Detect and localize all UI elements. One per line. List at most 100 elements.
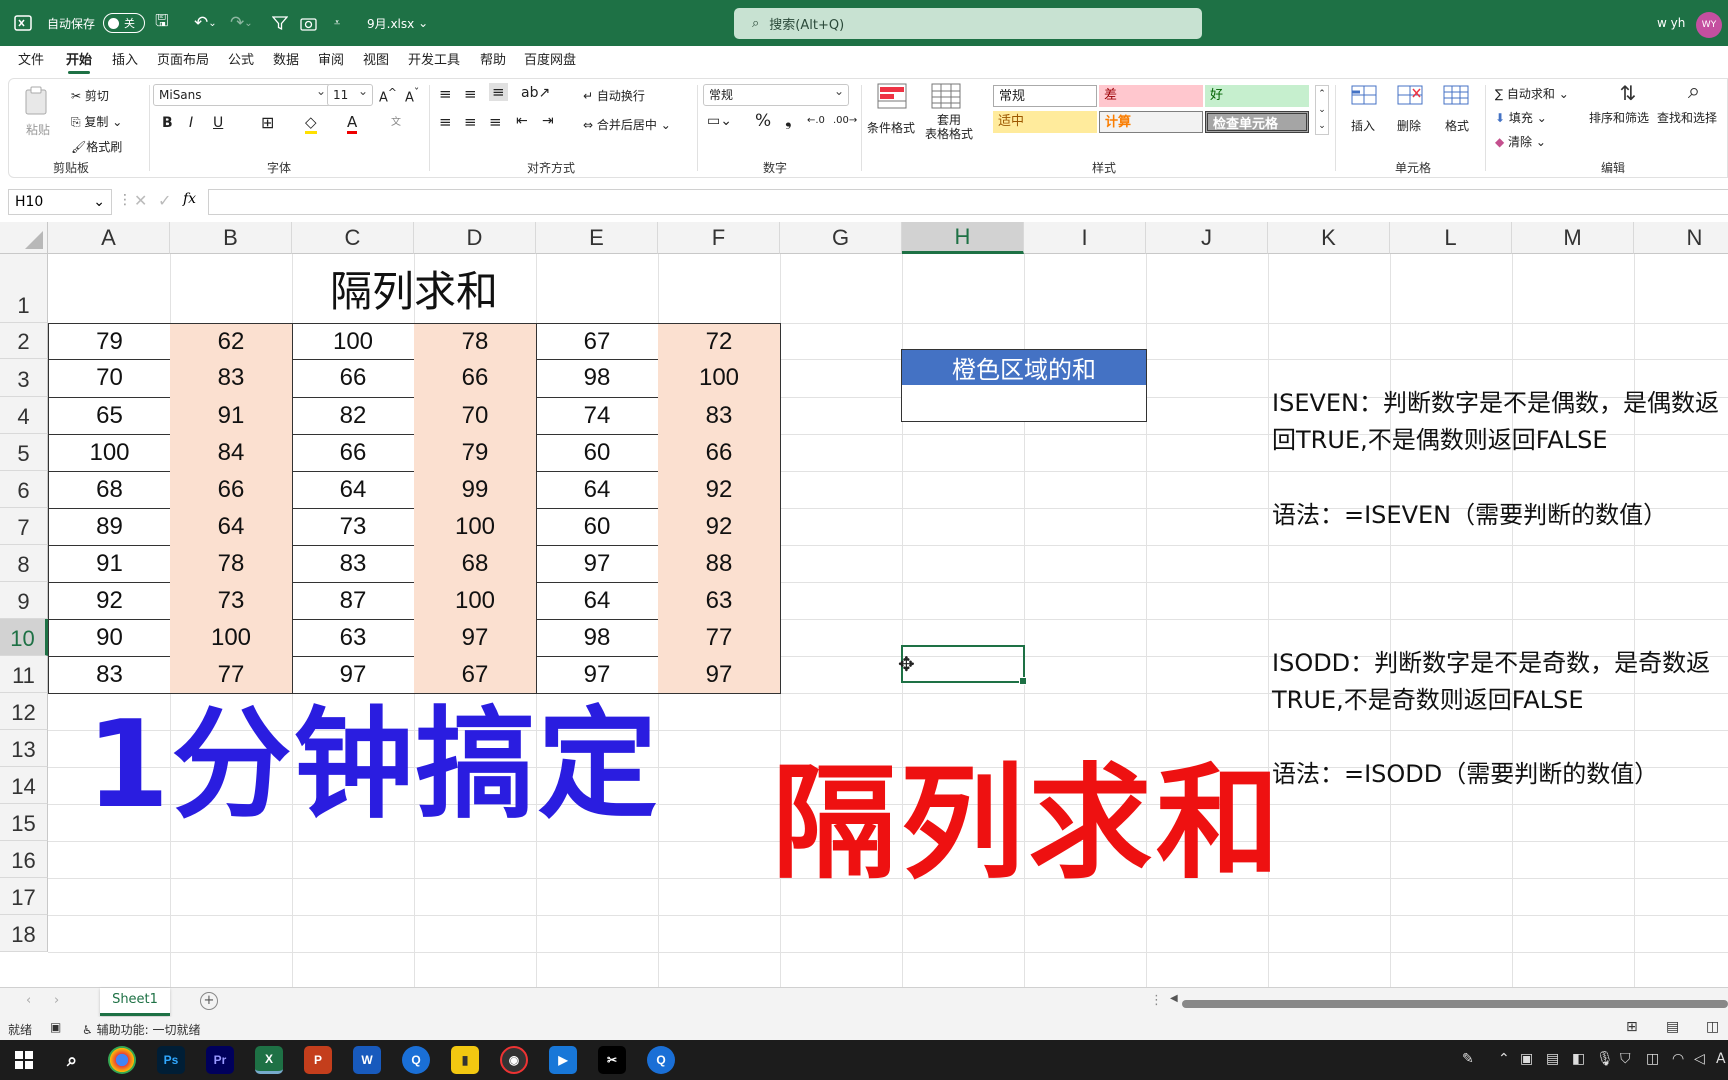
- style-normal[interactable]: 常规: [993, 85, 1097, 107]
- menu-developer[interactable]: 开发工具: [408, 46, 460, 76]
- align-bottom-icon[interactable]: ≡: [489, 83, 508, 101]
- avatar[interactable]: WY: [1696, 12, 1722, 38]
- chrome-icon[interactable]: [108, 1046, 136, 1074]
- font-color-icon[interactable]: A: [347, 113, 358, 134]
- style-check-cell[interactable]: 检查单元格: [1205, 111, 1309, 133]
- table-cell[interactable]: 99: [414, 471, 537, 509]
- table-cell[interactable]: 74: [536, 397, 659, 435]
- premiere-icon[interactable]: Pr: [206, 1046, 234, 1074]
- style-calculation[interactable]: 计算: [1099, 111, 1203, 133]
- orange-sum-header[interactable]: 橙色区域的和: [901, 349, 1147, 386]
- fill-color-icon[interactable]: ◇: [305, 113, 317, 134]
- column-header[interactable]: I: [1024, 222, 1146, 254]
- column-header[interactable]: B: [170, 222, 292, 254]
- row-header[interactable]: 9: [0, 582, 48, 619]
- column-header[interactable]: F: [658, 222, 780, 254]
- table-cell[interactable]: 60: [536, 434, 659, 472]
- insert-cells-button[interactable]: 插入: [1351, 117, 1375, 134]
- table-cell[interactable]: 70: [48, 359, 171, 398]
- filter-icon[interactable]: [272, 0, 288, 46]
- table-cell[interactable]: 98: [536, 619, 659, 657]
- table-cell[interactable]: 66: [292, 359, 415, 398]
- row-header[interactable]: 13: [0, 730, 48, 767]
- table-cell[interactable]: 64: [536, 471, 659, 509]
- table-cell[interactable]: 97: [536, 545, 659, 583]
- style-bad[interactable]: 差: [1099, 85, 1203, 107]
- table-cell[interactable]: 66: [170, 471, 293, 509]
- page-break-view-icon[interactable]: ◫: [1706, 1019, 1719, 1035]
- table-cell[interactable]: 78: [170, 545, 293, 583]
- italic-button[interactable]: I: [189, 115, 193, 131]
- font-name-select[interactable]: MiSans: [153, 81, 331, 106]
- format-cells-icon[interactable]: [1441, 83, 1471, 111]
- table-cell[interactable]: 84: [170, 434, 293, 472]
- table-cell[interactable]: 63: [292, 619, 415, 657]
- paste-button[interactable]: 粘贴: [26, 121, 50, 138]
- table-cell[interactable]: 68: [48, 471, 171, 509]
- table-cell[interactable]: 65: [48, 397, 171, 435]
- table-cell[interactable]: 66: [658, 434, 781, 472]
- row-header[interactable]: 16: [0, 841, 48, 878]
- column-header[interactable]: H: [902, 222, 1024, 254]
- row-header[interactable]: 10: [0, 619, 48, 656]
- table-cell[interactable]: 92: [658, 508, 781, 546]
- autosave-toggle[interactable]: 关: [103, 0, 145, 46]
- menu-view[interactable]: 视图: [363, 46, 389, 76]
- align-right-icon[interactable]: ≡: [489, 113, 502, 131]
- table-cell[interactable]: 89: [48, 508, 171, 546]
- row-header[interactable]: 15: [0, 804, 48, 841]
- delete-cells-icon[interactable]: [1395, 83, 1425, 111]
- column-header[interactable]: E: [536, 222, 658, 254]
- conditional-format-icon[interactable]: [875, 83, 909, 111]
- table-cell[interactable]: 82: [292, 397, 415, 435]
- menu-review[interactable]: 审阅: [318, 46, 344, 76]
- phonetic-icon[interactable]: 文: [391, 113, 401, 128]
- column-header[interactable]: D: [414, 222, 536, 254]
- tray-chevron-icon[interactable]: ⌃: [1498, 1051, 1510, 1067]
- row-header[interactable]: 4: [0, 397, 48, 434]
- row-header[interactable]: 1: [0, 254, 48, 323]
- table-cell[interactable]: 83: [170, 359, 293, 398]
- cut-button[interactable]: ✂ 剪切: [71, 87, 109, 104]
- page-layout-view-icon[interactable]: ▤: [1666, 1019, 1679, 1035]
- table-cell[interactable]: 91: [170, 397, 293, 435]
- menu-help[interactable]: 帮助: [480, 46, 506, 76]
- table-cell[interactable]: 73: [292, 508, 415, 546]
- table-cell[interactable]: 64: [536, 582, 659, 620]
- meeting-icon[interactable]: ▶: [549, 1046, 577, 1074]
- row-header[interactable]: 12: [0, 693, 48, 730]
- align-middle-icon[interactable]: ≡: [464, 85, 477, 103]
- conditional-format-button[interactable]: 条件格式: [867, 119, 915, 136]
- table-cell[interactable]: 100: [292, 323, 415, 360]
- table-cell[interactable]: 68: [414, 545, 537, 583]
- table-cell[interactable]: 64: [292, 471, 415, 509]
- table-cell[interactable]: 100: [414, 582, 537, 620]
- app-q2-icon[interactable]: Q: [647, 1046, 675, 1074]
- align-left-icon[interactable]: ≡: [439, 113, 452, 131]
- horizontal-scrollbar[interactable]: [1182, 1000, 1728, 1008]
- table-cell[interactable]: 60: [536, 508, 659, 546]
- table-cell[interactable]: 67: [536, 323, 659, 360]
- table-cell[interactable]: 90: [48, 619, 171, 657]
- increase-font-icon[interactable]: A^: [379, 86, 397, 105]
- powerbi-icon[interactable]: ▮: [451, 1046, 479, 1074]
- table-cell[interactable]: 100: [48, 434, 171, 472]
- word-icon[interactable]: W: [353, 1046, 381, 1074]
- table-format-icon[interactable]: [929, 83, 963, 111]
- align-top-icon[interactable]: ≡: [439, 85, 452, 103]
- table-cell[interactable]: 97: [658, 656, 781, 694]
- row-header[interactable]: 17: [0, 878, 48, 915]
- pen-icon[interactable]: ✎: [1462, 1051, 1474, 1067]
- table-cell[interactable]: 66: [292, 434, 415, 472]
- underline-button[interactable]: U: [213, 115, 223, 131]
- menu-page-layout[interactable]: 页面布局: [157, 46, 209, 76]
- wrap-text-button[interactable]: ↵ 自动换行: [583, 87, 645, 104]
- increase-indent-icon[interactable]: ⇥: [542, 113, 554, 129]
- capcut-icon[interactable]: ✂: [598, 1046, 626, 1074]
- prev-sheet-icon[interactable]: ‹: [26, 993, 31, 1008]
- column-header[interactable]: L: [1390, 222, 1512, 254]
- column-header[interactable]: G: [780, 222, 902, 254]
- menu-baidu[interactable]: 百度网盘: [524, 46, 576, 76]
- row-header[interactable]: 11: [0, 656, 48, 693]
- splitter-icon[interactable]: ⋮: [1150, 993, 1163, 1008]
